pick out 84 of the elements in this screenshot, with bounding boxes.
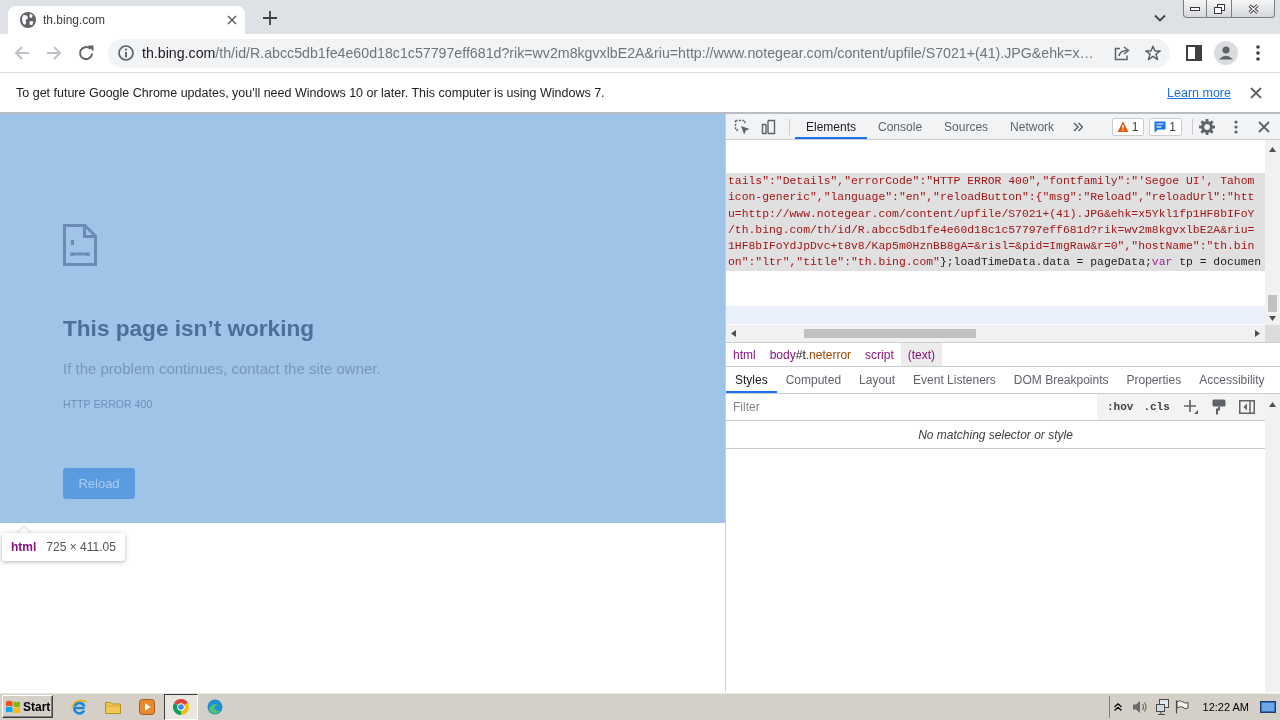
- scrollbar[interactable]: [1265, 140, 1280, 325]
- scroll-right-icon[interactable]: [1255, 330, 1260, 337]
- scroll-left-icon[interactable]: [731, 330, 736, 337]
- code-line: u=http://www.notegear.com/content/upfile/S7021+(41).JPG&ehk=x5Ykl1fp1HF8bIFoY: [727, 206, 1256, 222]
- clock[interactable]: 12:22 AM: [1202, 700, 1249, 713]
- share-icon[interactable]: [1114, 45, 1130, 61]
- code-line: icon-generic","language":"en","reloadButton":{"msg":"Reload","reloadUrl":"htt: [727, 190, 1256, 206]
- minimize-icon: [1190, 6, 1200, 11]
- devtools-tab[interactable]: Console: [867, 114, 934, 139]
- empty-styles-message: No matching selector or style: [918, 427, 1073, 442]
- restore-button[interactable]: [1207, 0, 1232, 18]
- browser-tab[interactable]: th.bing.com: [8, 6, 245, 34]
- tooltip-tag: html: [11, 540, 37, 554]
- tooltip-size: 725 × 411.05: [46, 540, 116, 554]
- flag-logo-icon: [6, 699, 20, 714]
- warning-icon: [1116, 120, 1129, 133]
- breadcrumb[interactable]: html: [726, 343, 763, 366]
- scrollbar[interactable]: [1265, 394, 1280, 692]
- breadcrumb[interactable]: body#t.neterror: [762, 343, 859, 366]
- address-bar[interactable]: th.bing.com/th/id/R.abcc5db1fe4e60d18c1c57797eff681d?rik=wv2m8kgvxlbE2A&riu=http://www.notegear.com/content/upfile/S7021+(41).JPG&ehk=x…: [108, 38, 1170, 68]
- pane-tab[interactable]: Accessibility: [1190, 367, 1274, 393]
- close-icon[interactable]: [1250, 86, 1262, 99]
- sidebar-icon[interactable]: [1186, 45, 1202, 61]
- pane-tab[interactable]: Computed: [776, 367, 851, 393]
- url-text[interactable]: th.bing.com/th/id/R.abcc5db1fe4e60d18c1c57797eff681d?rik=wv2m8kgvxlbE2A&riu=http://www.notegear.com/content/upfile/S7021+(41).JPG&ehk=x…: [142, 45, 1114, 61]
- restore-icon: [1213, 3, 1225, 14]
- chevron-up-icon[interactable]: [1113, 702, 1122, 711]
- pane-tab[interactable]: Layout: [850, 367, 905, 393]
- scroll-up-icon[interactable]: [1269, 402, 1276, 407]
- settings-icon[interactable]: [1199, 118, 1215, 135]
- play-icon[interactable]: [139, 698, 155, 715]
- brush-icon[interactable]: [1211, 399, 1226, 415]
- error-heading: This page isn’t working: [63, 315, 315, 343]
- scroll-down-icon[interactable]: [1269, 316, 1276, 321]
- state-toggle-button[interactable]: .cls: [1143, 401, 1170, 413]
- close-icon[interactable]: [1258, 120, 1270, 133]
- globe-icon: [20, 12, 36, 28]
- close-icon[interactable]: [227, 15, 237, 25]
- menu-icon[interactable]: [1234, 119, 1238, 134]
- pane-tab[interactable]: Properties: [1117, 367, 1191, 393]
- message-icon: [1154, 120, 1167, 133]
- code-line: tails":"Details","errorCode":"HTTP ERROR 400","fontfamily":"'Segoe UI', Tahom: [727, 174, 1256, 189]
- inspect-icon[interactable]: [734, 118, 750, 135]
- state-toggle-button[interactable]: :hov: [1107, 401, 1134, 413]
- scrollbar-thumb[interactable]: [804, 329, 976, 338]
- message-badge[interactable]: 1: [1149, 117, 1182, 136]
- text-node-row[interactable]: [726, 173, 1265, 271]
- star-icon[interactable]: [1145, 45, 1161, 61]
- pane-tab[interactable]: DOM Breakpoints: [1004, 367, 1118, 393]
- plus-icon[interactable]: [263, 11, 277, 25]
- breadcrumb[interactable]: script: [858, 343, 901, 366]
- desktop-icon[interactable]: [1260, 698, 1276, 715]
- code-line: /th.bing.com/th/id/R.abcc5db1fe4e60d18c1c57797eff681d?rik=wv2m8kgvxlbE2A&riu=: [727, 222, 1256, 238]
- speaker-icon[interactable]: [1131, 698, 1148, 715]
- scrollbar-thumb[interactable]: [1268, 295, 1277, 312]
- start-button[interactable]: Start: [2, 695, 53, 718]
- learn-more-link[interactable]: Learn more: [1167, 85, 1231, 100]
- minimize-button[interactable]: [1183, 0, 1207, 18]
- infobar-message: To get future Google Chrome updates, you'll need Windows 10 or later. This computer is using Windows 7.: [16, 85, 606, 100]
- breadcrumb[interactable]: (text): [900, 343, 943, 366]
- menu-icon[interactable]: [1256, 45, 1260, 61]
- scrollbar-corner: [1265, 325, 1280, 342]
- sad-page-icon: [63, 224, 97, 266]
- scroll-up-icon[interactable]: [1269, 147, 1276, 152]
- pane-tab[interactable]: Event Listeners: [904, 367, 1005, 393]
- info-icon[interactable]: [118, 45, 134, 61]
- warning-badge[interactable]: 1: [1111, 117, 1145, 136]
- code-line: on":"ltr","title":"th.bing.com"};loadTimeData.data = pageData;var tp = documen: [727, 255, 1263, 271]
- devtools-tab[interactable]: Network: [999, 114, 1066, 139]
- ring-logo-icon[interactable]: [164, 693, 198, 720]
- code-line: 1HF8bIFoYdJpDvc+t8v8/Kap5m0HznBB8gA=&risl=&pid=ImgRaw&r=0","hostName":"th.bin: [727, 239, 1256, 255]
- close-button[interactable]: [1232, 0, 1275, 18]
- network-icon[interactable]: [1155, 698, 1169, 715]
- device-icon[interactable]: [761, 118, 777, 135]
- reload-icon[interactable]: [78, 45, 94, 61]
- devtools-tab[interactable]: Elements: [795, 114, 868, 139]
- plus-icon[interactable]: [1183, 400, 1198, 414]
- profile-icon[interactable]: [1214, 41, 1238, 65]
- flag-icon[interactable]: [1174, 699, 1189, 714]
- chevron-down-icon[interactable]: [1154, 14, 1166, 22]
- more-tabs-icon[interactable]: [1073, 121, 1084, 132]
- panel-toggle-icon[interactable]: [1238, 400, 1255, 414]
- close-icon: [1247, 3, 1259, 14]
- devtools-tab[interactable]: Sources: [933, 114, 1000, 139]
